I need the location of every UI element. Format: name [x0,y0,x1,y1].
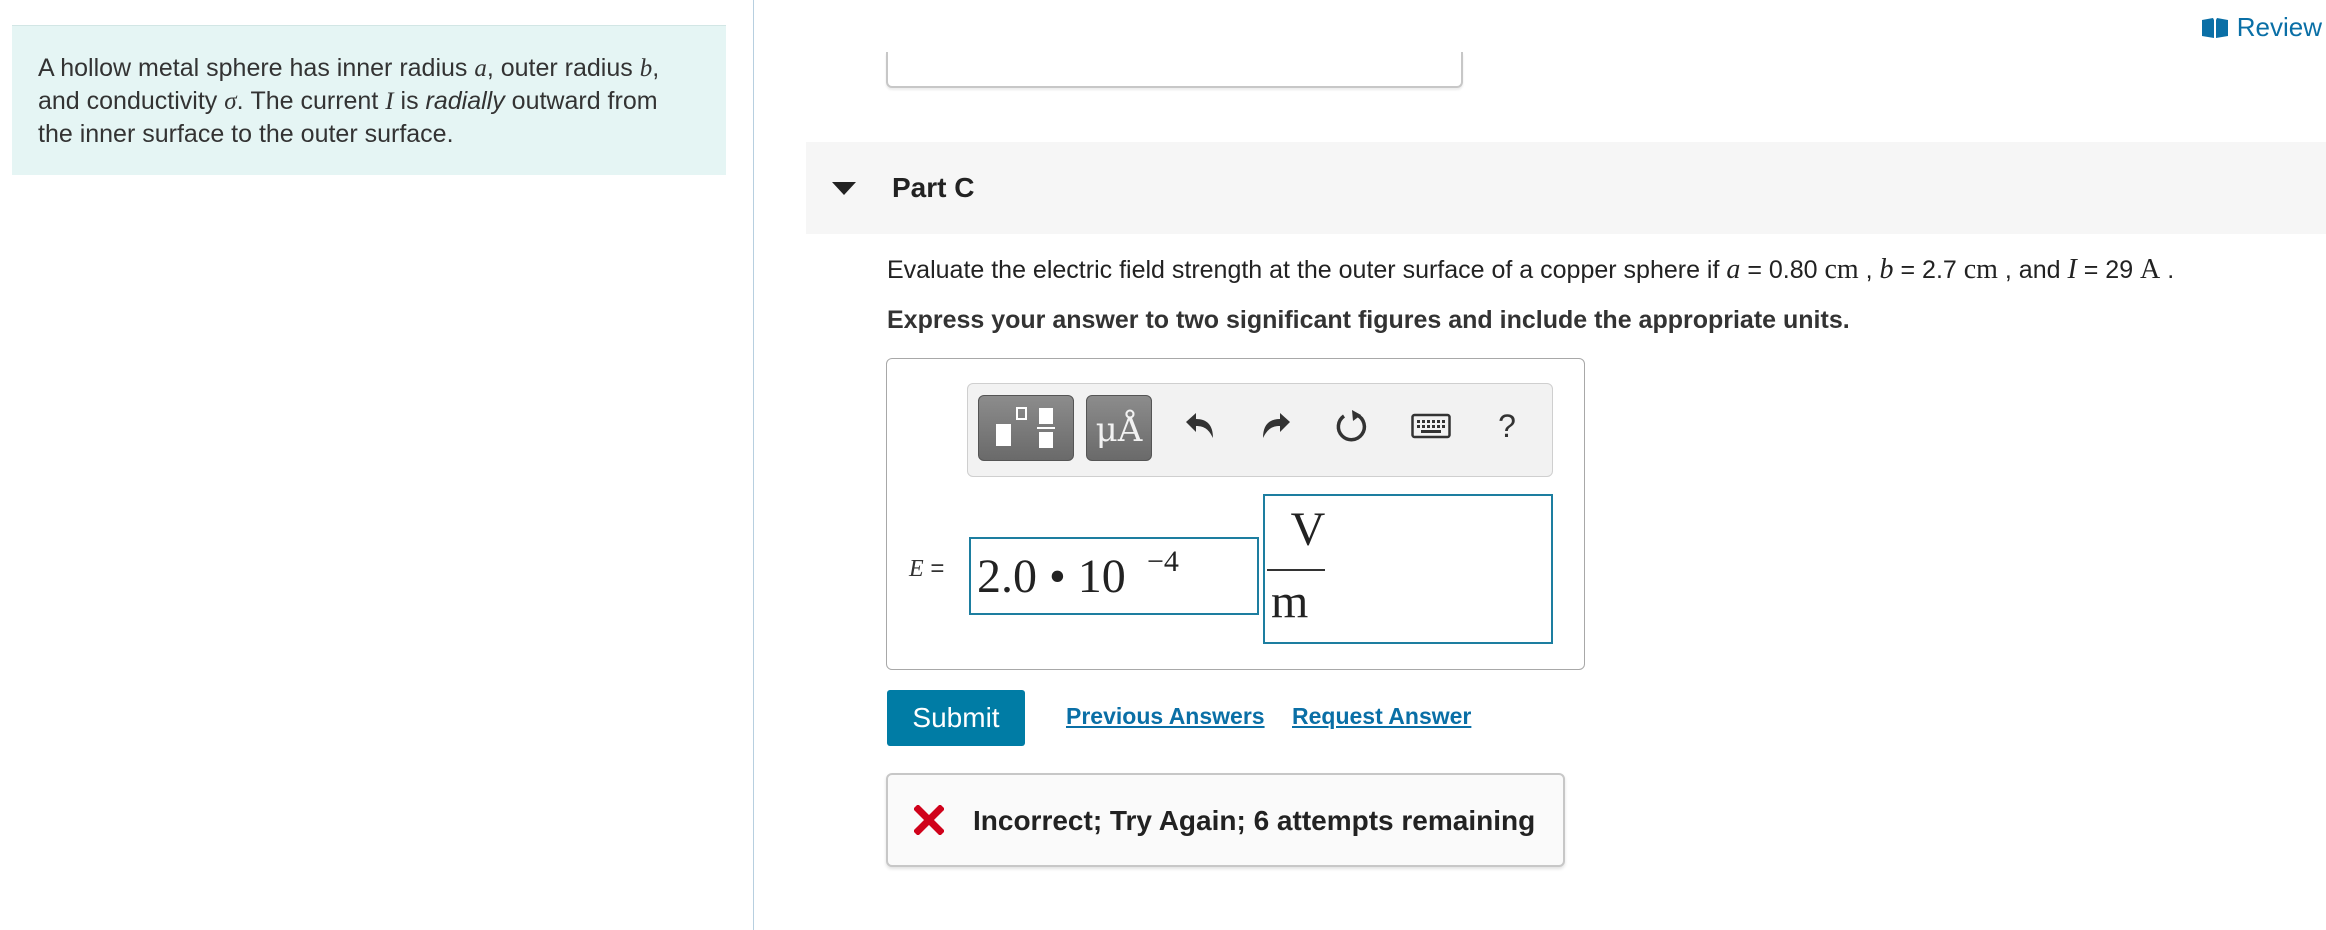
templates-icon [996,407,1055,448]
previous-part-box [886,52,1463,88]
undo-icon [1186,413,1213,438]
unit-numerator: V [1290,503,1326,556]
caret-down-icon[interactable] [832,181,856,195]
exponent-text: −4 [1147,545,1179,578]
redo-button[interactable] [1254,404,1298,448]
units-button[interactable]: μÅ [1086,395,1152,461]
redo-icon [1263,413,1290,438]
reset-button[interactable] [1329,404,1373,448]
keyboard-button[interactable] [1409,404,1453,448]
feedback-message: Incorrect; Try Again; 6 attempts remaini… [973,805,1536,836]
book-icon [2201,17,2229,39]
value-text: 2.0 • 10 [977,550,1126,603]
undo-button[interactable] [1178,404,1222,448]
var-a: a [474,55,487,82]
math-toolbar: μÅ ? [967,383,1553,477]
answer-variable-label: E = [909,555,945,582]
value-input[interactable]: 2.0 • 10 −4 [969,537,1259,615]
panel-divider [753,0,754,930]
x-icon [914,805,944,835]
feedback-box: Incorrect; Try Again; 6 attempts remaini… [886,773,1565,867]
answer-box: μÅ ? E = 2.0 • 10 −4 V m [886,358,1585,670]
problem-line-1: A hollow metal sphere has inner radius a… [38,54,660,82]
reset-icon [1336,410,1367,442]
part-title: Part C [892,172,975,203]
previous-answers-link[interactable]: Previous Answers [1066,703,1265,730]
request-answer-link[interactable]: Request Answer [1292,703,1471,730]
var-sigma: σ [224,88,237,115]
problem-line-3: the inner surface to the outer surface. [38,120,454,148]
unit-denominator: m [1271,575,1309,628]
var-I: I [385,88,394,115]
help-button[interactable]: ? [1485,404,1529,448]
help-icon: ? [1498,407,1516,444]
problem-statement: A hollow metal sphere has inner radius a… [12,25,726,175]
templates-button[interactable] [978,395,1074,461]
fraction-bar [1267,569,1325,571]
problem-line-2: and conductivity σ. The current I is rad… [38,87,658,115]
keyboard-icon [1411,413,1451,439]
part-header[interactable]: Part C [806,142,2326,234]
review-label: Review [2236,12,2322,42]
answer-instruction: Express your answer to two significant f… [887,306,1850,334]
submit-button[interactable]: Submit [887,690,1025,746]
units-input[interactable]: V m [1263,494,1553,644]
review-link[interactable]: Review [2201,12,2322,43]
units-button-label: μÅ [1095,410,1143,450]
var-b: b [639,55,653,82]
question-text: Evaluate the electric field strength at … [887,254,2175,285]
